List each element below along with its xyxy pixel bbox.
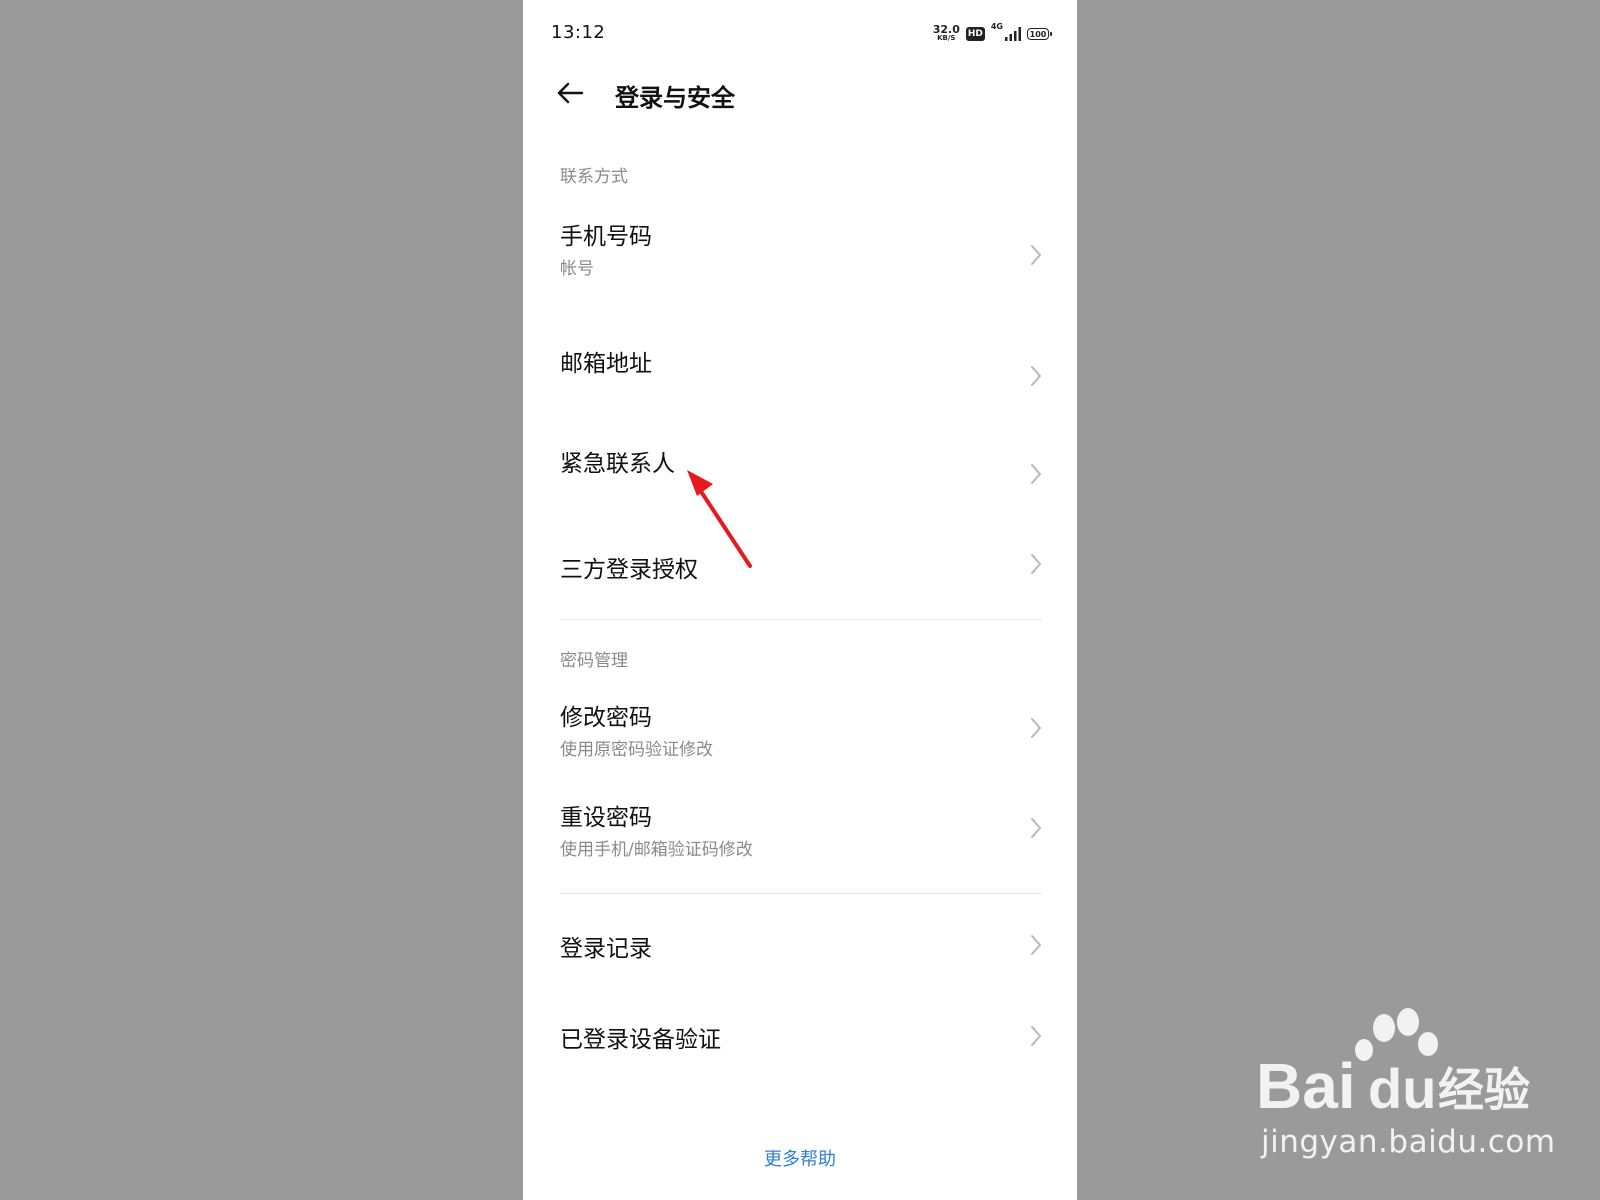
item-subtitle: 使用原密码验证修改 <box>560 740 713 760</box>
list-item-phone-number[interactable]: 手机号码 帐号 <box>523 205 1077 305</box>
list-item-email[interactable]: 邮箱地址 <box>523 330 1077 420</box>
chevron-right-icon <box>1031 366 1041 386</box>
item-title: 重设密码 <box>560 805 652 831</box>
chevron-right-icon <box>1031 245 1041 265</box>
page-title: 登录与安全 <box>615 84 735 112</box>
signal-icon <box>1005 27 1021 41</box>
chevron-right-icon <box>1031 554 1041 574</box>
network-speed: 32.0 KB/S <box>932 23 960 43</box>
chevron-right-icon <box>1031 818 1041 838</box>
section-divider <box>560 619 1042 620</box>
item-title: 登录记录 <box>560 936 652 962</box>
app-header: 登录与安全 <box>523 64 1077 124</box>
status-bar: 13:12 32.0 KB/S HD 4G 100 <box>523 0 1077 64</box>
list-item-reset-password[interactable]: 重设密码 使用手机/邮箱验证码修改 <box>523 790 1077 868</box>
watermark-logo-text: Bai <box>1256 1050 1356 1120</box>
watermark-url: jingyan.baidu.com <box>1261 1124 1556 1160</box>
item-title: 邮箱地址 <box>560 351 652 377</box>
item-subtitle: 使用手机/邮箱验证码修改 <box>560 840 753 860</box>
list-item-third-party-auth[interactable]: 三方登录授权 <box>523 530 1077 600</box>
baidu-jingyan-watermark: Bai du 经验 jingyan.baidu.com <box>1256 1008 1556 1178</box>
item-title: 三方登录授权 <box>560 557 698 583</box>
hd-icon: HD <box>965 27 985 41</box>
baidu-logo-icon: Bai du 经验 <box>1256 1008 1530 1120</box>
status-icons: 32.0 KB/S HD 4G 100 <box>932 22 1052 44</box>
section-header-contact: 联系方式 <box>560 167 628 187</box>
section-divider <box>560 893 1042 894</box>
arrow-left-icon <box>557 82 584 104</box>
back-button[interactable] <box>553 76 587 110</box>
more-help-link[interactable]: 更多帮助 <box>523 1145 1077 1171</box>
network-speed-value: 32.0 <box>932 23 960 36</box>
list-item-login-history[interactable]: 登录记录 <box>523 915 1077 975</box>
phone-screen: 13:12 32.0 KB/S HD 4G 100 登录与安全 联系方式 手机号… <box>523 0 1077 1200</box>
chevron-right-icon <box>1031 464 1041 484</box>
network-speed-unit: KB/S <box>937 34 956 42</box>
section-header-password: 密码管理 <box>560 651 628 671</box>
list-item-change-password[interactable]: 修改密码 使用原密码验证修改 <box>523 690 1077 768</box>
chevron-right-icon <box>1031 718 1041 738</box>
battery-icon: 100 <box>1027 28 1052 40</box>
list-item-emergency-contact[interactable]: 紧急联系人 <box>523 430 1077 520</box>
item-title: 手机号码 <box>560 224 652 250</box>
item-title: 修改密码 <box>560 705 652 731</box>
watermark-logo-text-du: du <box>1368 1057 1436 1120</box>
status-time: 13:12 <box>551 22 606 43</box>
list-item-device-verification[interactable]: 已登录设备验证 <box>523 1006 1077 1066</box>
network-type-label: 4G <box>990 22 1003 31</box>
item-title: 已登录设备验证 <box>560 1027 721 1053</box>
item-subtitle: 帐号 <box>560 259 594 279</box>
watermark-logo-suffix: 经验 <box>1438 1063 1530 1117</box>
chevron-right-icon <box>1031 935 1041 955</box>
item-title: 紧急联系人 <box>560 451 675 477</box>
chevron-right-icon <box>1031 1026 1041 1046</box>
